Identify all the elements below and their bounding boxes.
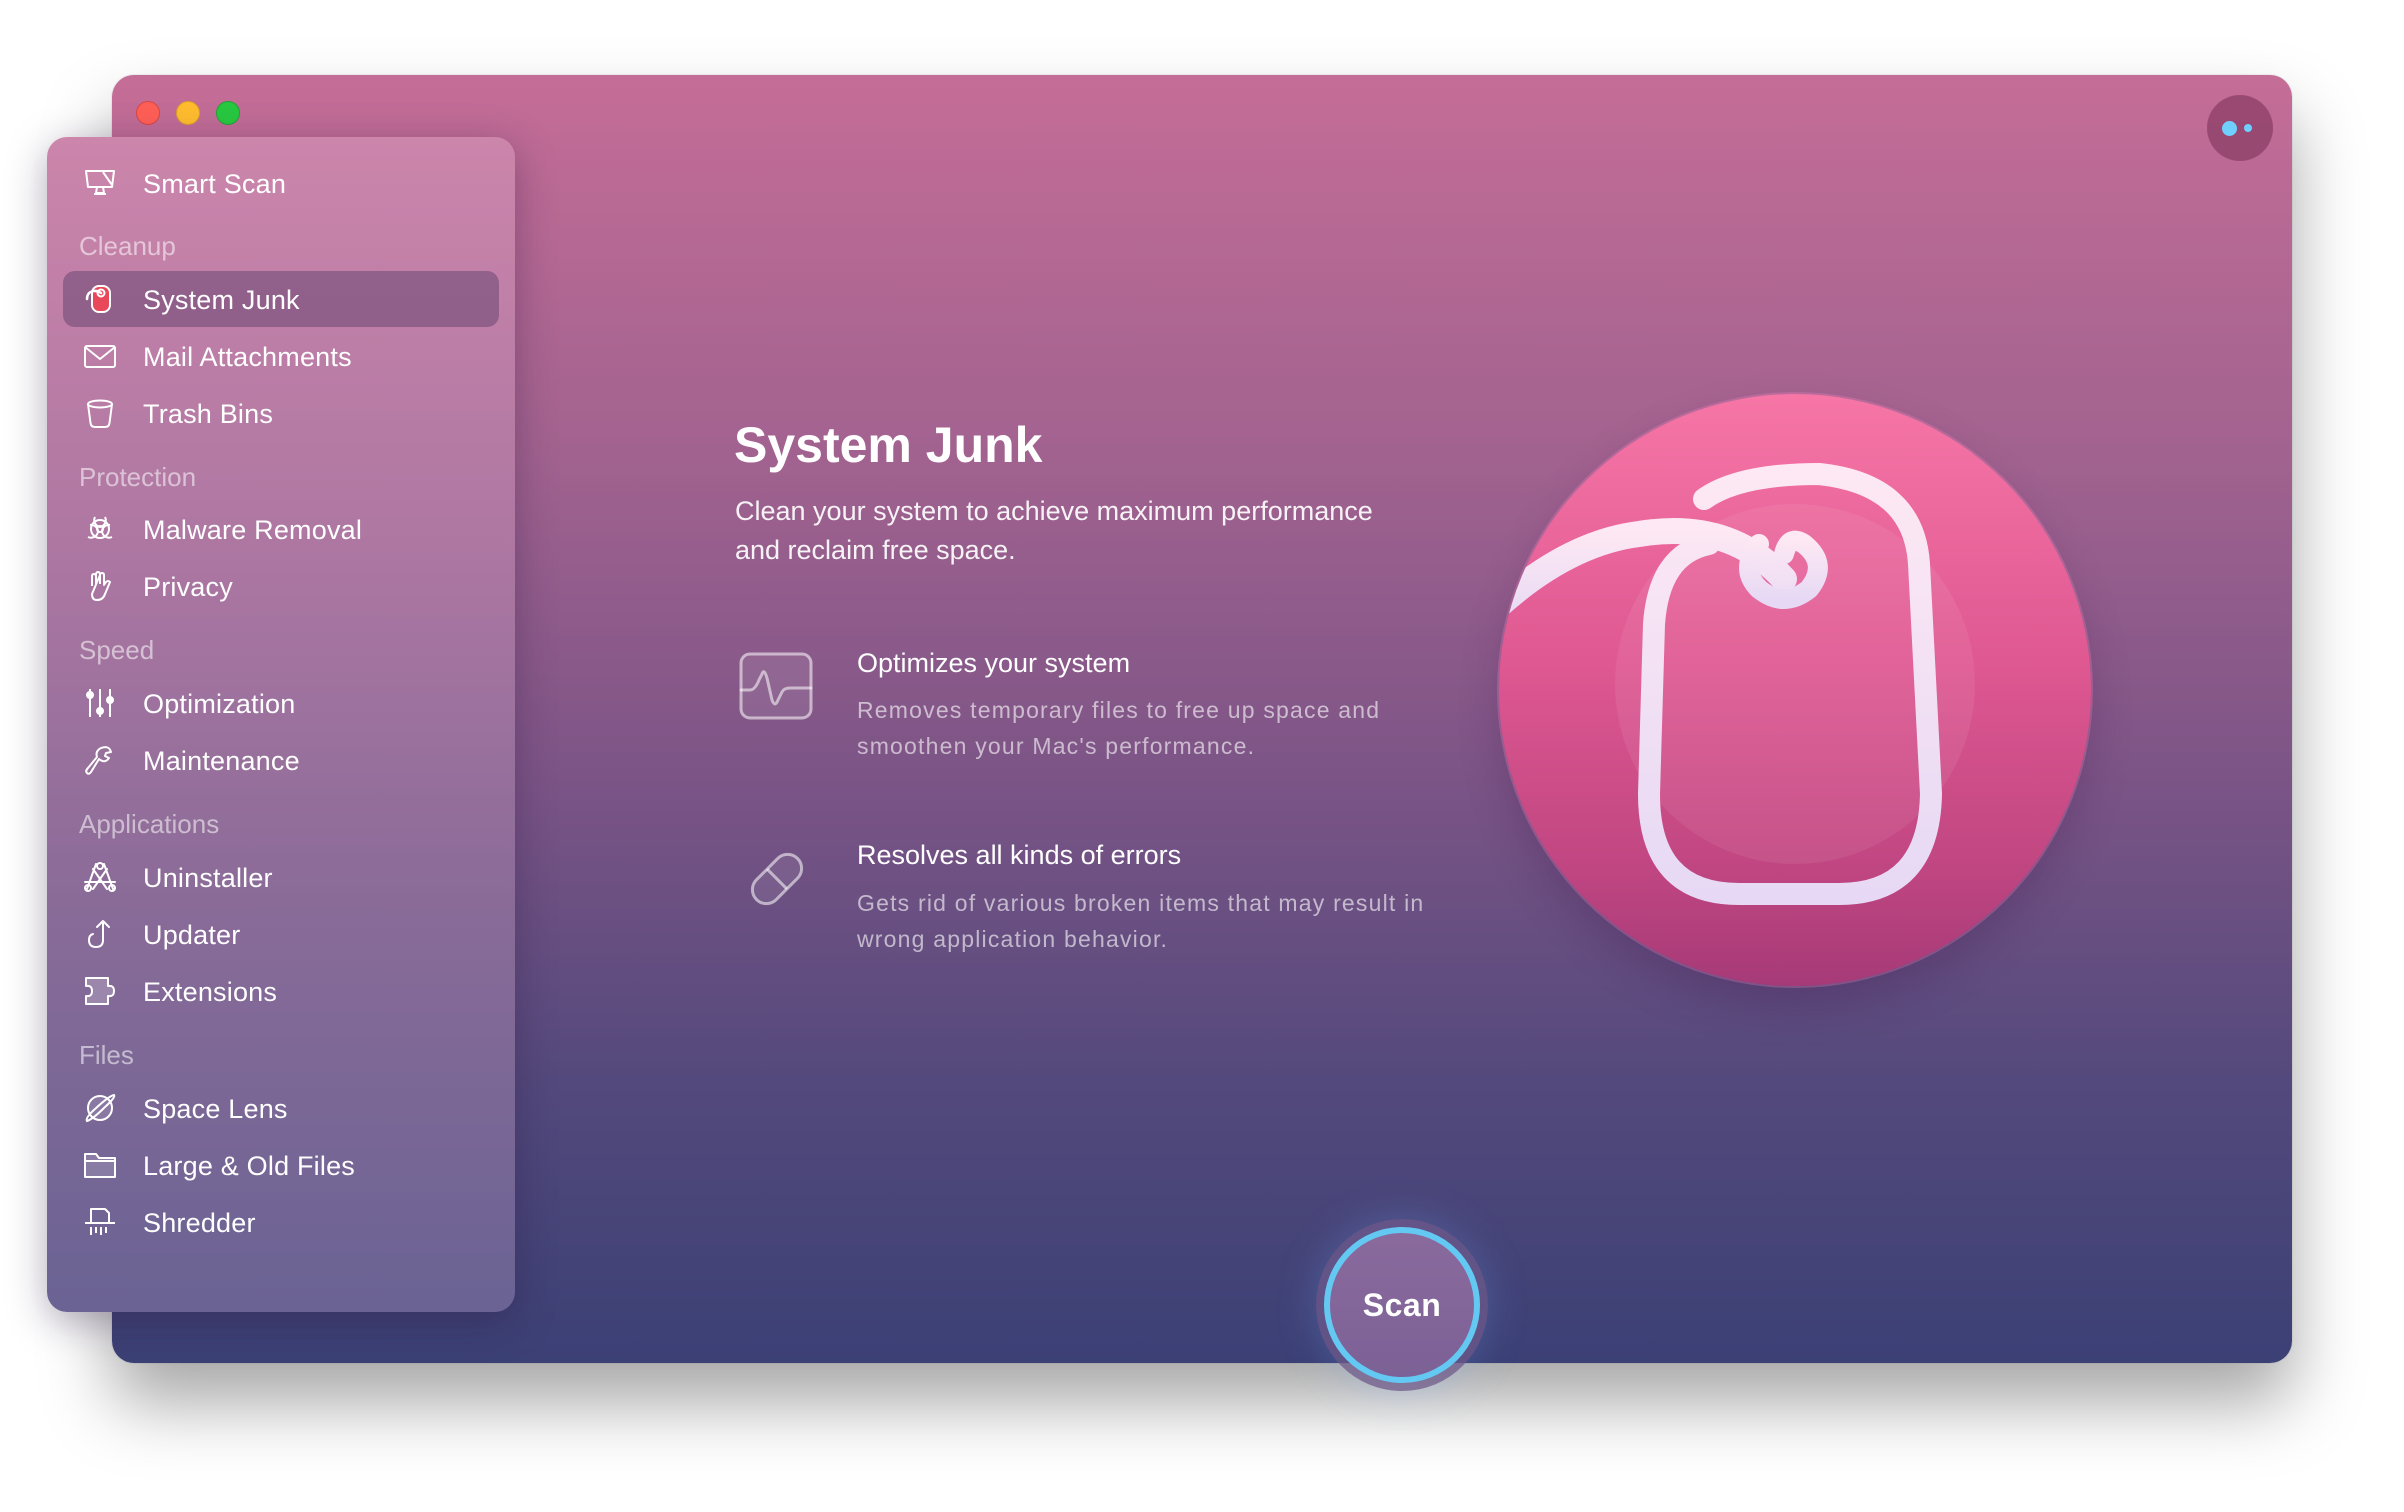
sidebar-item-label: Shredder — [143, 1208, 256, 1238]
sidebar-item-large-old-files[interactable]: Large & Old Files — [63, 1137, 499, 1193]
sidebar-item-label: Trash Bins — [143, 399, 274, 429]
sidebar-item-label: Optimization — [143, 689, 296, 719]
sidebar-item-label: Large & Old Files — [143, 1151, 355, 1181]
sidebar-item-system-junk[interactable]: System Junk — [63, 271, 499, 327]
scan-button-label: Scan — [1362, 1286, 1442, 1323]
feature-description: Removes temporary files to free up space… — [857, 697, 1381, 759]
shredder-icon — [83, 1206, 117, 1238]
envelope-icon — [83, 340, 117, 372]
system-junk-tag-icon — [83, 283, 117, 315]
sidebar-item-label: Updater — [143, 920, 241, 950]
section-title-files: Files — [79, 1040, 134, 1070]
sidebar-item-space-lens[interactable]: Space Lens — [63, 1080, 499, 1136]
sidebar-item-mail-attachments[interactable]: Mail Attachments — [63, 328, 499, 384]
page-description: Clean your system to achieve maximum per… — [735, 496, 1373, 565]
update-arrow-icon — [83, 918, 117, 950]
sliders-icon — [83, 687, 117, 719]
sidebar-item-label: System Junk — [143, 285, 300, 315]
scan-button-halo: Scan — [1316, 1219, 1488, 1391]
trash-bin-icon — [83, 397, 117, 429]
system-junk-hero-icon — [1499, 394, 2091, 986]
app-store-icon — [83, 861, 117, 893]
sidebar-item-uninstaller[interactable]: Uninstaller — [63, 849, 499, 905]
sidebar-item-label: Uninstaller — [143, 863, 273, 893]
sidebar-item-optimization[interactable]: Optimization — [63, 675, 499, 731]
close-window-button[interactable] — [136, 101, 160, 125]
wrench-icon — [83, 744, 117, 776]
activity-monitor-icon — [738, 650, 816, 722]
puzzle-icon — [83, 975, 117, 1007]
assistant-dots-icon — [2222, 121, 2237, 136]
feature-description: Gets rid of various broken items that ma… — [857, 890, 1425, 952]
assistant-dot-small — [2244, 124, 2252, 132]
sidebar-item-updater[interactable]: Updater — [63, 906, 499, 962]
sidebar-item-label: Malware Removal — [143, 515, 363, 545]
section-title-protection: Protection — [79, 462, 197, 492]
sidebar-item-privacy[interactable]: Privacy — [63, 558, 499, 614]
pill-icon — [738, 843, 816, 915]
biohazard-icon — [83, 513, 117, 545]
sidebar-item-smart-scan[interactable]: Smart Scan — [63, 155, 499, 211]
monitor-icon — [83, 167, 117, 199]
section-title-cleanup: Cleanup — [79, 231, 176, 261]
sidebar-item-label: Smart Scan — [143, 169, 287, 199]
sidebar-item-shredder[interactable]: Shredder — [63, 1194, 499, 1250]
sidebar-item-label: Privacy — [143, 572, 233, 602]
sidebar-item-malware-removal[interactable]: Malware Removal — [63, 501, 499, 557]
sidebar-item-maintenance[interactable]: Maintenance — [63, 732, 499, 788]
page-title: System Junk — [734, 417, 1043, 473]
sidebar-item-label: Mail Attachments — [143, 342, 352, 372]
planet-icon — [83, 1092, 117, 1124]
sidebar-item-label: Space Lens — [143, 1094, 288, 1124]
zoom-window-button[interactable] — [216, 101, 240, 125]
minimize-window-button[interactable] — [176, 101, 200, 125]
sidebar: Smart Scan Cleanup System Junk Mail Atta… — [47, 137, 515, 1312]
feature-title: Resolves all kinds of errors — [857, 840, 1182, 870]
folder-icon — [83, 1149, 117, 1181]
hand-icon — [83, 570, 117, 602]
assistant-button[interactable] — [2207, 95, 2273, 161]
sidebar-item-label: Maintenance — [143, 746, 300, 776]
sidebar-item-extensions[interactable]: Extensions — [63, 963, 499, 1019]
sidebar-item-trash-bins[interactable]: Trash Bins — [63, 385, 499, 441]
scan-button[interactable]: Scan — [1324, 1227, 1480, 1383]
sidebar-item-label: Extensions — [143, 977, 278, 1007]
feature-title: Optimizes your system — [857, 648, 1131, 678]
section-title-speed: Speed — [79, 635, 155, 665]
section-title-applications: Applications — [79, 809, 220, 839]
